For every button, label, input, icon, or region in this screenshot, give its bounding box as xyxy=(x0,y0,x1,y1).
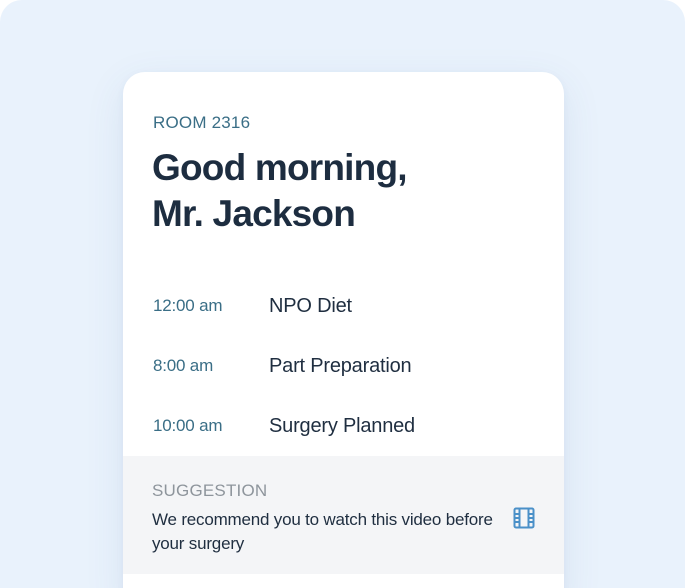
schedule-list: 12:00 am NPO Diet 8:00 am Part Preparati… xyxy=(153,276,543,456)
schedule-event: Part Preparation xyxy=(269,354,412,377)
room-number: ROOM 2316 xyxy=(153,113,251,132)
schedule-item: 8:00 am Part Preparation xyxy=(153,336,543,396)
schedule-event: NPO Diet xyxy=(269,294,352,317)
schedule-time: 8:00 am xyxy=(153,356,214,375)
schedule-time: 12:00 am xyxy=(153,296,223,315)
schedule-item: 10:00 am Surgery Planned xyxy=(153,396,543,456)
app-background: ROOM 2316 Good morning, Mr. Jackson 12:0… xyxy=(0,0,685,588)
greeting-line-1: Good morning, xyxy=(152,147,408,188)
film-icon[interactable] xyxy=(512,506,536,530)
suggestion-label: SUGGESTION xyxy=(152,481,268,500)
schedule-event: Surgery Planned xyxy=(269,414,415,437)
greeting-line-2: Mr. Jackson xyxy=(152,193,356,234)
suggestion-text: We recommend you to watch this video bef… xyxy=(152,510,493,553)
patient-card: ROOM 2316 Good morning, Mr. Jackson 12:0… xyxy=(123,72,564,588)
schedule-item: 12:00 am NPO Diet xyxy=(153,276,543,336)
greeting-heading: Good morning, Mr. Jackson xyxy=(152,145,542,237)
suggestion-panel: SUGGESTION We recommend you to watch thi… xyxy=(123,456,564,574)
schedule-time: 10:00 am xyxy=(153,416,223,435)
